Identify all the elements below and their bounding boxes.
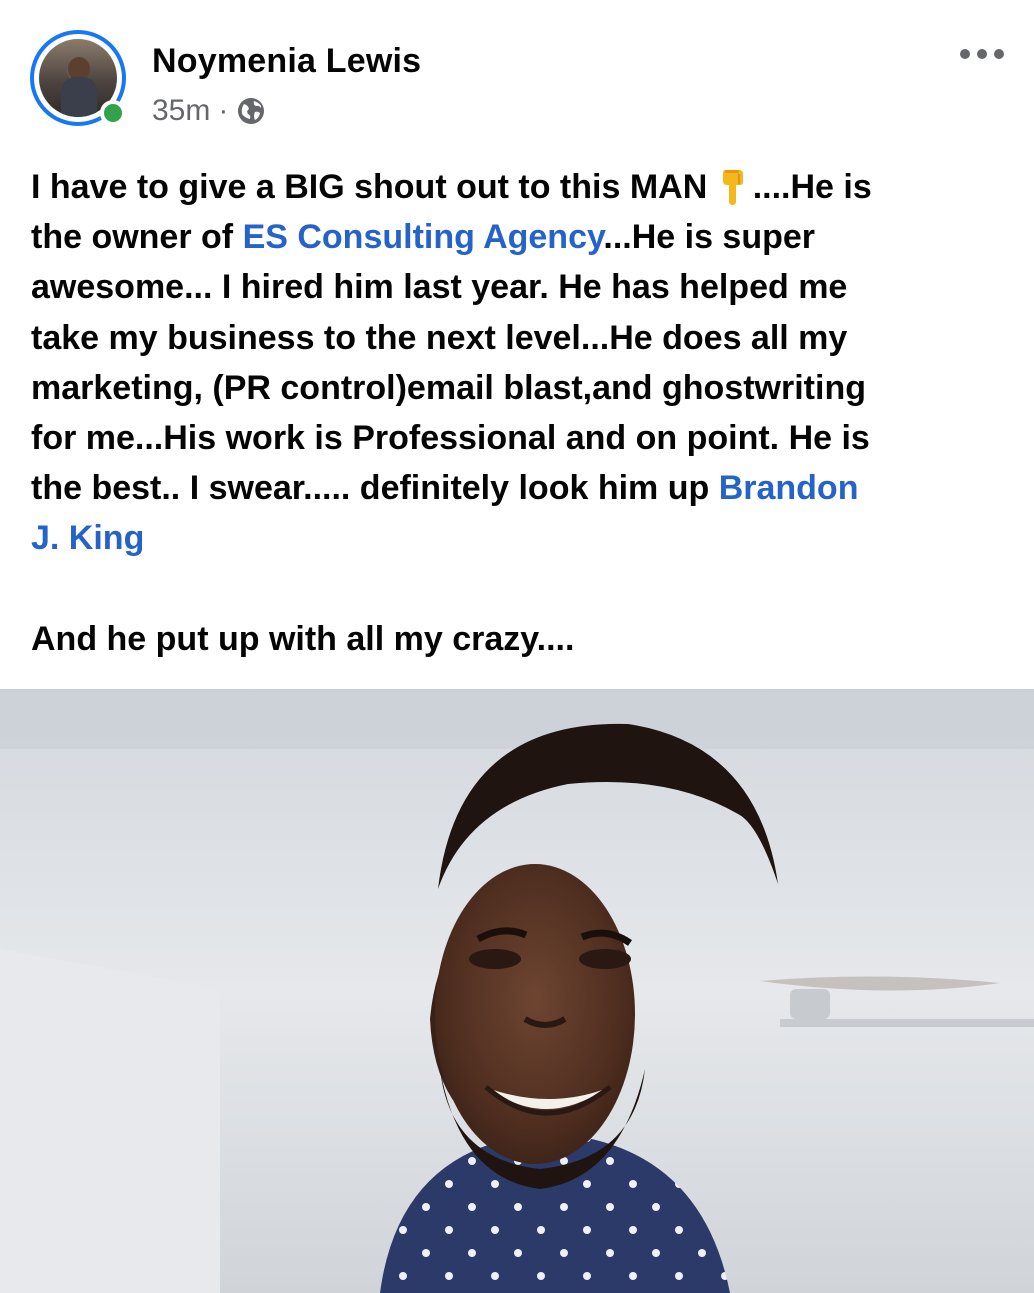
post-line-5: marketing, (PR control)email blast,and g…: [31, 368, 866, 407]
post-line-1: I have to give a BIG shout out to this M…: [31, 168, 872, 206]
portrait-photo-image: [0, 689, 1034, 1293]
post-line-3: awesome... I hired him last year. He has…: [31, 268, 848, 307]
post-line-2: the owner of ES Consulting Agency...He i…: [31, 218, 816, 257]
meta-separator: ·: [218, 94, 229, 127]
online-status-dot: [100, 100, 126, 126]
post-header: Noymenia Lewis 35m ·: [0, 0, 1034, 150]
post-line-8: J. King: [31, 513, 1006, 563]
brandon-king-link-part2[interactable]: J. King: [31, 519, 144, 557]
post-line-7: the best.. I swear..... definitely look …: [31, 469, 859, 508]
es-consulting-link[interactable]: ES Consulting Agency: [243, 218, 604, 256]
post-line-9: And he put up with all my crazy....: [31, 619, 575, 658]
post-line-4: take my business to the next level...He …: [31, 318, 848, 357]
brandon-king-link-part1[interactable]: Brandon: [719, 469, 859, 507]
post-line-6: for me...His work is Professional and on…: [31, 419, 870, 458]
globe-icon: [238, 98, 265, 124]
post-photo[interactable]: [0, 689, 1034, 1293]
post-meta: 35m ·: [152, 93, 266, 129]
author-name[interactable]: Noymenia Lewis: [152, 42, 421, 81]
pointing-down-emoji-icon: [722, 170, 743, 205]
more-options-icon[interactable]: [960, 44, 1004, 64]
post-time[interactable]: 35m: [152, 94, 210, 128]
post-body: I have to give a BIG shout out to this M…: [31, 162, 1006, 664]
